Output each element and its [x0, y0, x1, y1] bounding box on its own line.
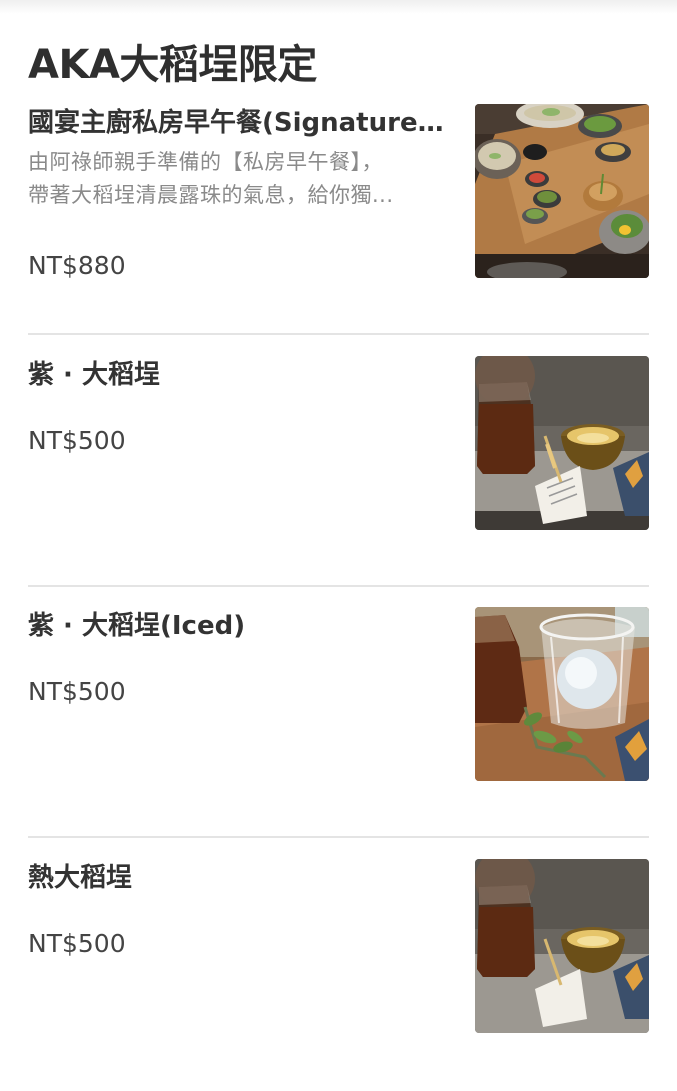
iced-tea-glass-photo[interactable]	[475, 607, 649, 781]
menu-item-price: NT$880	[28, 251, 126, 280]
brunch-set-photo[interactable]	[475, 104, 649, 278]
section-title: AKA大稻埕限定	[28, 42, 317, 88]
menu-item-description-line: 由阿祿師親手準備的【私房早午餐】，	[28, 150, 383, 174]
menu-item-info: 熱大稻埕	[28, 859, 448, 897]
menu-item-price: NT$500	[28, 929, 126, 958]
menu-item-name: 國宴主廚私房早午餐(Signature...)	[28, 108, 448, 138]
menu-item[interactable]: 紫 · 大稻埕(Iced) NT$500	[28, 607, 649, 839]
menu-item-description: 由阿祿師親手準備的【私房早午餐】， 帶著大稻埕清晨露珠的氣息，給你獨...	[28, 146, 448, 212]
divider	[28, 836, 649, 838]
divider	[28, 333, 649, 335]
menu-item[interactable]: 紫 · 大稻埕 NT$500	[28, 356, 649, 588]
tea-pitcher-and-cup-photo[interactable]	[475, 859, 649, 1033]
menu-item-info: 紫 · 大稻埕(Iced)	[28, 607, 448, 645]
menu-item-info: 紫 · 大稻埕	[28, 356, 448, 394]
menu-item-price: NT$500	[28, 677, 126, 706]
menu-item-description-line: 帶著大稻埕清晨露珠的氣息，給你獨...	[28, 183, 394, 207]
menu-item-name: 熱大稻埕	[28, 863, 133, 893]
menu-item-price: NT$500	[28, 426, 126, 455]
menu-item[interactable]: 國宴主廚私房早午餐(Signature...) 由阿祿師親手準備的【私房早午餐】…	[28, 104, 649, 336]
menu-item-info: 國宴主廚私房早午餐(Signature...) 由阿祿師親手準備的【私房早午餐】…	[28, 104, 448, 212]
menu-item-name: 紫 · 大稻埕	[28, 360, 160, 390]
tea-pitcher-and-cup-photo[interactable]	[475, 356, 649, 530]
top-bar-shadow	[0, 0, 677, 14]
divider	[28, 585, 649, 587]
menu-item-name: 紫 · 大稻埕(Iced)	[28, 611, 246, 641]
menu-item[interactable]: 熱大稻埕 NT$500	[28, 859, 649, 1091]
